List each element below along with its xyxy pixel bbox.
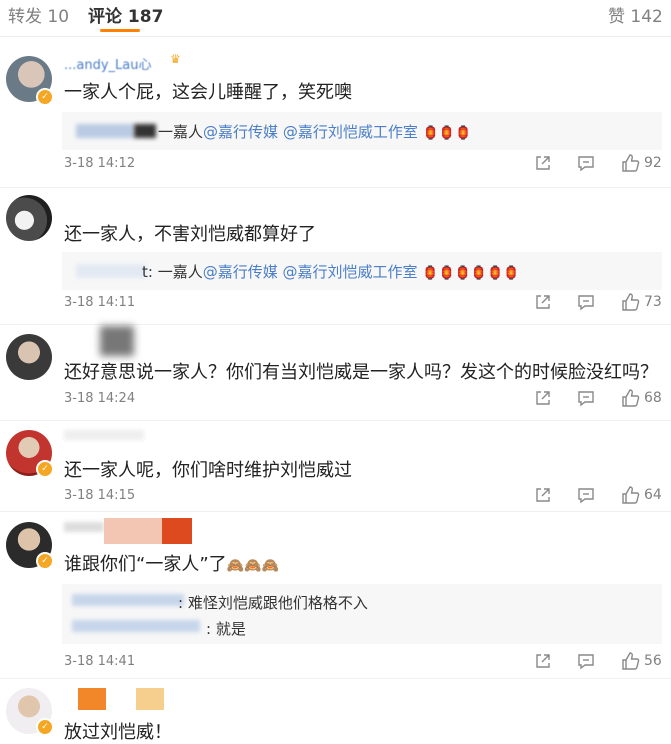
reply-username-redacted bbox=[76, 124, 134, 138]
verified-badge-icon: ✓ bbox=[36, 88, 54, 106]
comment-time: 3-18 14:15 bbox=[64, 488, 136, 503]
comment-icon[interactable] bbox=[577, 652, 595, 670]
like-count: 56 bbox=[644, 653, 662, 669]
reply-line: 一嘉人@嘉行传媒 @嘉行刘恺威工作室 🏮🏮🏮 bbox=[158, 121, 471, 142]
comment-text: 还一家人，不害刘恺威都算好了 bbox=[64, 224, 316, 245]
comment-time: 3-18 14:41 bbox=[64, 654, 136, 669]
share-icon[interactable] bbox=[534, 154, 552, 172]
comment-time: 3-18 14:11 bbox=[64, 295, 136, 310]
like-count: 92 bbox=[644, 155, 662, 171]
mention-link[interactable]: @嘉行刘恺威工作室 bbox=[283, 123, 418, 141]
reply-line: : 就是 bbox=[206, 620, 246, 638]
reply-username-redacted bbox=[72, 620, 200, 632]
share-icon[interactable] bbox=[534, 652, 552, 670]
comment-divider bbox=[0, 324, 671, 325]
comment-item: 还好意思说一家人？你们有当刘恺威是一家人吗？发这个的时候脸没红吗？ 3-18 1… bbox=[0, 326, 671, 421]
comment-text: 一家人个屁，这会儿睡醒了，笑死噢 bbox=[64, 82, 352, 103]
verified-badge-icon: ✓ bbox=[36, 552, 54, 570]
like-count: 64 bbox=[644, 487, 662, 503]
avatar[interactable] bbox=[6, 195, 52, 241]
reply-text: t: 一嘉人 bbox=[142, 263, 203, 281]
emoji: 🏮🏮🏮🏮🏮🏮 bbox=[422, 266, 520, 281]
reply-box[interactable]: 一嘉人@嘉行传媒 @嘉行刘恺威工作室 🏮🏮🏮 bbox=[62, 112, 662, 150]
username-redacted bbox=[64, 430, 144, 440]
like-count: 73 bbox=[644, 294, 662, 310]
comment-text: 谁跟你们“一家人”了🙈🙈🙈 bbox=[64, 550, 279, 576]
comment-time: 3-18 14:12 bbox=[64, 156, 136, 171]
comment-divider bbox=[0, 678, 671, 679]
comment-icon[interactable] bbox=[577, 389, 595, 407]
comment-item: ✓ 谁跟你们“一家人”了🙈🙈🙈 : 难怪刘恺威跟他们格格不入 : 就是 3-18… bbox=[0, 514, 671, 679]
reply-text: 一嘉人 bbox=[158, 123, 204, 141]
avatar[interactable] bbox=[6, 334, 52, 380]
reply-username-redacted bbox=[76, 264, 146, 278]
verified-badge-icon: ✓ bbox=[36, 718, 54, 736]
username-redacted bbox=[162, 518, 192, 544]
tab-likes[interactable]: 赞 142 bbox=[608, 2, 663, 27]
comment-text: 还一家人呢，你们啥时维护刘恺威过 bbox=[64, 460, 352, 481]
mention-link[interactable]: @嘉行传媒 bbox=[203, 263, 278, 281]
username-redacted bbox=[100, 326, 134, 356]
emoji: 🙈🙈🙈 bbox=[226, 558, 279, 574]
reply-text: 难怪刘恺威跟他们格格不入 bbox=[187, 594, 368, 612]
mention-link[interactable]: @嘉行刘恺威工作室 bbox=[283, 263, 418, 281]
comment-divider bbox=[0, 420, 671, 421]
tab-repost[interactable]: 转发 10 bbox=[8, 2, 69, 27]
tabs-divider bbox=[0, 36, 671, 37]
comment-divider bbox=[0, 511, 671, 512]
reply-text: 就是 bbox=[215, 620, 246, 638]
reply-line: : 难怪刘恺威跟他们格格不入 bbox=[178, 594, 368, 612]
reply-box[interactable]: t: 一嘉人@嘉行传媒 @嘉行刘恺威工作室 🏮🏮🏮🏮🏮🏮 bbox=[62, 252, 662, 290]
comment-icon[interactable] bbox=[577, 293, 595, 311]
comment-item: ✓ 放过刘恺威！ bbox=[0, 682, 671, 743]
comment-divider bbox=[0, 187, 671, 188]
tab-comments[interactable]: 评论 187 bbox=[88, 2, 163, 27]
reply-username-redacted bbox=[134, 124, 156, 138]
username-redacted bbox=[64, 522, 104, 532]
comment-item: 还一家人，不害刘恺威都算好了 t: 一嘉人@嘉行传媒 @嘉行刘恺威工作室 🏮🏮🏮… bbox=[0, 190, 671, 325]
comment-text-body: 谁跟你们“一家人”了 bbox=[64, 554, 227, 575]
thumbs-up-icon[interactable] bbox=[620, 485, 640, 505]
share-icon[interactable] bbox=[534, 389, 552, 407]
username-redacted bbox=[136, 688, 164, 710]
like-count: 68 bbox=[644, 390, 662, 406]
comment-item: ✓ ...andy_Lau心 ♛ 一家人个屁，这会儿睡醒了，笑死噢 一嘉人@嘉行… bbox=[0, 48, 671, 188]
share-icon[interactable] bbox=[534, 486, 552, 504]
thumbs-up-icon[interactable] bbox=[620, 292, 640, 312]
comment-item: ✓ 还一家人呢，你们啥时维护刘恺威过 3-18 14:15 64 bbox=[0, 422, 671, 512]
comment-tabs: 转发 10 评论 187 赞 142 bbox=[0, 0, 671, 36]
thumbs-up-icon[interactable] bbox=[620, 153, 640, 173]
verified-badge-icon: ✓ bbox=[36, 460, 54, 478]
comment-icon[interactable] bbox=[577, 154, 595, 172]
mention-link[interactable]: @嘉行传媒 bbox=[203, 123, 278, 141]
thumbs-up-icon[interactable] bbox=[620, 388, 640, 408]
username-redacted bbox=[78, 688, 106, 710]
username-redacted bbox=[104, 518, 162, 544]
comment-text: 还好意思说一家人？你们有当刘恺威是一家人吗？发这个的时候脸没红吗？ bbox=[64, 362, 658, 383]
comment-text: 放过刘恺威！ bbox=[64, 722, 172, 743]
username[interactable]: ...andy_Lau心 bbox=[64, 54, 152, 73]
reply-box[interactable]: : 难怪刘恺威跟他们格格不入 : 就是 bbox=[62, 584, 662, 644]
reply-username-redacted bbox=[72, 594, 184, 606]
comment-icon[interactable] bbox=[577, 486, 595, 504]
emoji: 🏮🏮🏮 bbox=[422, 126, 472, 141]
crown-icon: ♛ bbox=[170, 52, 181, 66]
reply-line: t: 一嘉人@嘉行传媒 @嘉行刘恺威工作室 🏮🏮🏮🏮🏮🏮 bbox=[142, 261, 519, 282]
active-tab-indicator bbox=[100, 29, 140, 32]
thumbs-up-icon[interactable] bbox=[620, 651, 640, 671]
share-icon[interactable] bbox=[534, 293, 552, 311]
comment-time: 3-18 14:24 bbox=[64, 391, 136, 406]
